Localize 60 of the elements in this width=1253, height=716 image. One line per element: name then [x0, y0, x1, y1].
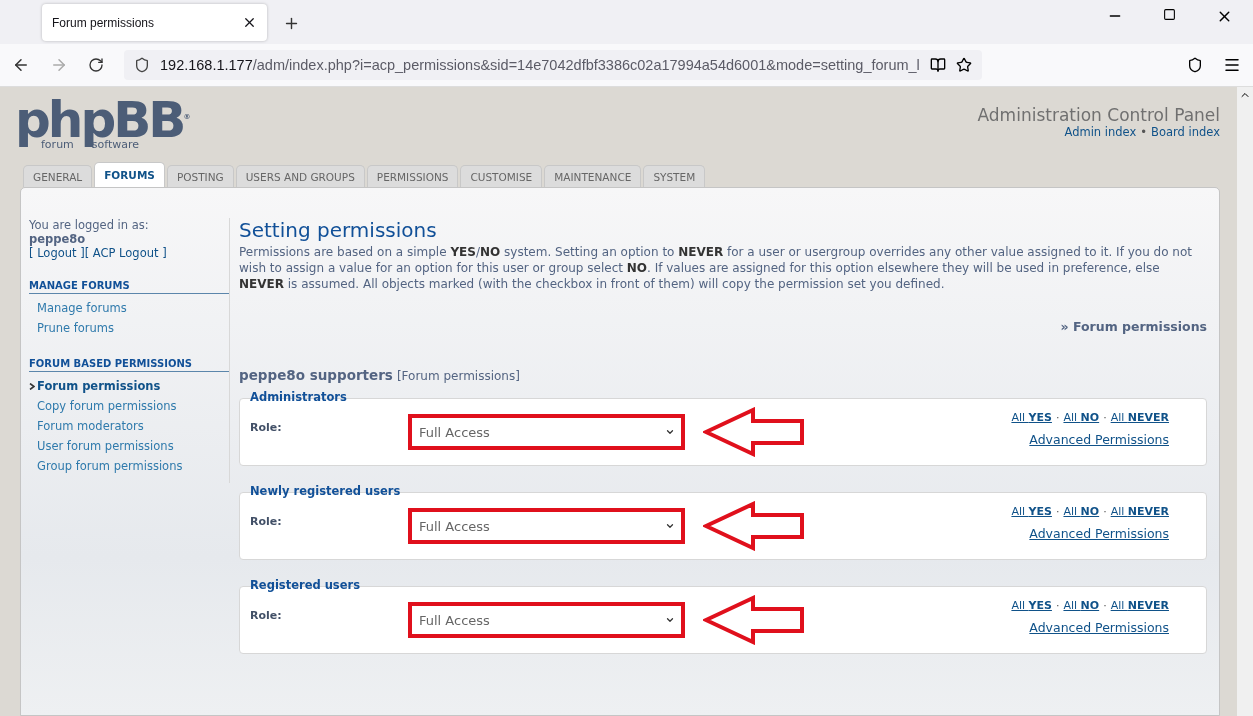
address-bar[interactable]: 192.168.1.177/adm/index.php?i=acp_permissions&sid=14e7042dfbf3386c02a17994a54d6001&mode=setting_forum_l [124, 50, 982, 80]
separator: · [1103, 599, 1107, 612]
sidebar-item[interactable]: Forum permissions [29, 376, 229, 396]
role-select[interactable]: Full Access [408, 508, 685, 544]
separator: · [1103, 505, 1107, 518]
sidebar-item[interactable]: Prune forums [29, 318, 229, 338]
description: Permissions are based on a simple YES/NO system. Setting an option to NEVER for a user or usergroup overrides any other value assigned to it. If you do not wish to assign a value for an option for this user or group select NO. If values are assigned for this option elsewhere they will be used in preference, else NEVER is assumed. All objects marked (with the checkbox in front of them) will copy the permission set you defined. [239, 244, 1193, 292]
login-label: You are logged in as: [29, 218, 150, 232]
section-title: MANAGE FORUMS [29, 280, 229, 294]
section-title: FORUM BASED PERMISSIONS [29, 358, 229, 372]
advanced-permissions-link[interactable]: Advanced Permissions [1029, 620, 1169, 635]
browser-tab[interactable]: Forum permissions [42, 4, 267, 41]
group-name: Administrators [250, 390, 348, 404]
nav-tab[interactable]: POSTING [166, 165, 234, 187]
advanced-permissions-link[interactable]: Advanced Permissions [1029, 526, 1169, 541]
quick-set-link[interactable]: All NEVER [1110, 411, 1169, 424]
separator: · [1055, 411, 1060, 424]
group-name: Registered users [250, 578, 362, 592]
forum-name: peppe8o supporters [239, 367, 393, 383]
nav-tab[interactable]: SYSTEM [643, 165, 706, 187]
sidebar-item[interactable]: Manage forums [29, 298, 229, 318]
nav-tab[interactable]: CUSTOMISE [460, 165, 543, 187]
sidebar-item[interactable]: Forum moderators [29, 416, 229, 436]
role-select[interactable]: Full Access [408, 414, 685, 450]
nav-tab[interactable]: GENERAL [23, 165, 93, 187]
nav-tab[interactable]: PERMISSIONS [366, 165, 459, 187]
sidebar-item[interactable]: Copy forum permissions [29, 396, 229, 416]
separator: • [1140, 125, 1148, 139]
breadcrumb-link[interactable]: » Forum permissions [1060, 319, 1207, 334]
nav-tab[interactable]: MAINTENANCE [544, 165, 642, 187]
role-label: Role: [250, 420, 283, 434]
page-title: Setting permissions [239, 218, 438, 242]
separator: · [1103, 411, 1107, 424]
quick-set-link[interactable]: All NO [1063, 505, 1100, 518]
quick-set-link[interactable]: All YES [1011, 411, 1052, 424]
logo: phpBB$^{®}$ forum software [15, 95, 191, 153]
separator: · [1055, 599, 1060, 612]
advanced-permissions-link[interactable]: Advanced Permissions [1029, 432, 1169, 447]
logout-link[interactable]: [ Logout ] [29, 246, 85, 260]
role-label: Role: [250, 608, 283, 622]
quick-set-link[interactable]: All NEVER [1110, 505, 1169, 518]
quick-set-link[interactable]: All YES [1011, 599, 1052, 612]
role-select[interactable]: Full Access [408, 602, 685, 638]
sidebar-item[interactable]: User forum permissions [29, 436, 229, 456]
quick-set-link[interactable]: All NEVER [1110, 599, 1169, 612]
separator: · [1055, 505, 1060, 518]
header-link[interactable]: Admin index [1064, 125, 1137, 139]
group-name: Newly registered users [250, 484, 402, 498]
username: peppe8o [29, 232, 87, 246]
logout-link[interactable]: [ ACP Logout ] [84, 246, 167, 260]
panel-title: Administration Control Panel [977, 105, 1220, 125]
nav-tab[interactable]: USERS AND GROUPS [235, 165, 365, 187]
quick-set-link[interactable]: All YES [1011, 505, 1052, 518]
header-link[interactable]: Board index [1151, 125, 1220, 139]
quick-set-link[interactable]: All NO [1063, 599, 1100, 612]
forum-tag: [Forum permissions] [396, 369, 520, 383]
role-label: Role: [250, 514, 283, 528]
nav-tab[interactable]: FORUMS [94, 162, 165, 187]
sidebar-item[interactable]: Group forum permissions [29, 456, 229, 476]
quick-set-link[interactable]: All NO [1063, 411, 1100, 424]
